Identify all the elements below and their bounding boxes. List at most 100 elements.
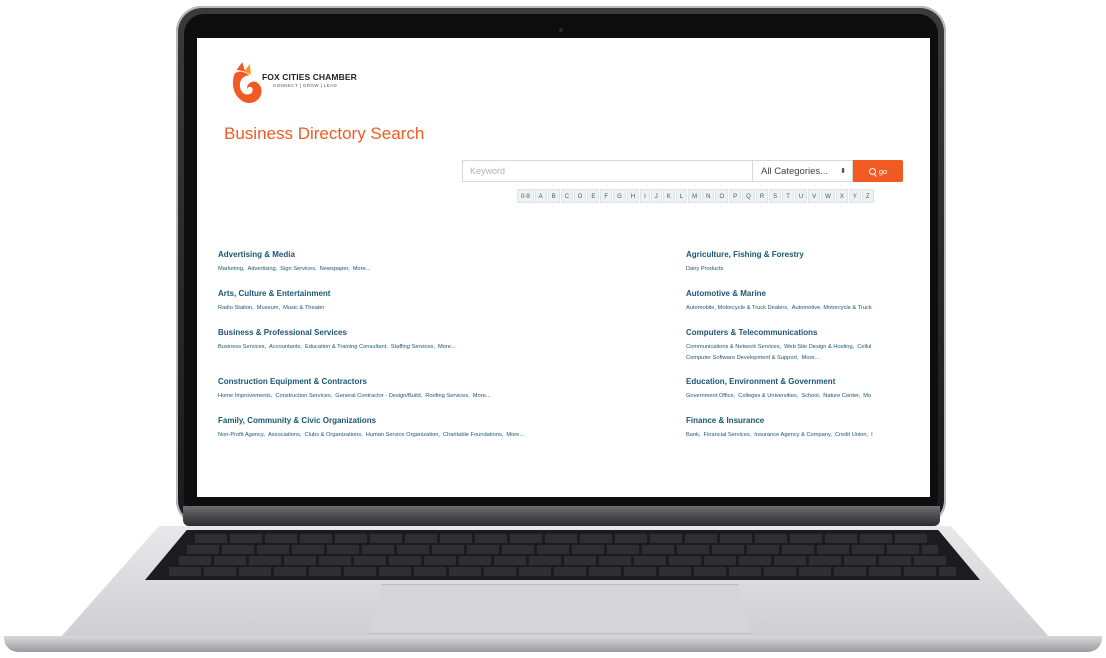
subcategory-link[interactable]: General Contractor - Design/Build, [335,393,422,399]
go-button[interactable]: go [853,160,903,182]
category-link[interactable]: Family, Community & Civic Organizations [218,416,638,425]
trackpad [370,584,750,634]
more-link[interactable]: More... [438,344,456,350]
subcategory-link[interactable]: Web Site Design & Hosting, [784,344,854,350]
keyword-input[interactable] [462,160,752,182]
letter-filter-v[interactable]: V [808,189,821,203]
subcategory-link[interactable]: Automotive, Motorcycle & Truck [792,305,872,311]
subcategory-link[interactable]: Nature Center, [823,393,860,399]
letter-filter-u[interactable]: U [794,189,808,203]
letter-filter-0-9[interactable]: 0-9 [517,189,534,203]
category-automotive-marine: Automotive & Marine Automobile, Motorcyc… [686,289,916,314]
fox-logo-icon [232,62,262,103]
subcategory-link[interactable]: Dairy Products [686,266,723,272]
letter-filter-r[interactable]: R [755,189,769,203]
more-link[interactable]: More... [802,355,820,361]
laptop-hinge [183,506,940,526]
category-link[interactable]: Advertising & Media [218,250,488,259]
chamber-logo[interactable]: FOX CITIES CHAMBER CONNECT | GROW | LEAD [227,60,407,106]
letter-filter-s[interactable]: S [769,189,782,203]
subcategory-link[interactable]: Education & Training Consultant, [305,344,388,350]
subcategory-link[interactable]: I [871,432,873,438]
subcategory-link[interactable]: Mo [863,393,871,399]
letter-filter-t[interactable]: T [782,189,794,203]
subcategory-link[interactable]: Computer Software Development & Support, [686,355,799,361]
subcategory-list: Communications & Network Services, Web Si… [686,342,916,364]
more-link[interactable]: More... [353,266,371,272]
subcategory-link[interactable]: Music & Theater [283,305,324,311]
subcategory-link[interactable]: Construction Services, [275,393,332,399]
letter-filter-o[interactable]: O [715,189,729,203]
alphabet-filter: 0-9 A B C D E F G H I J K L M N O P Q R S T U V W X Y Z [517,189,875,203]
letter-filter-g[interactable]: G [613,189,626,203]
subcategory-link[interactable]: Sign Services, [280,266,316,272]
letter-filter-j[interactable]: J [650,189,662,203]
letter-filter-q[interactable]: Q [742,189,755,203]
subcategory-link[interactable]: School, [801,393,820,399]
subcategory-link[interactable]: Credit Union, [835,432,868,438]
subcategory-list: Marketing, Advertising, Sign Services, News… [218,264,488,275]
subcategory-link[interactable]: Marketing, [218,266,245,272]
category-business-services: Business & Professional Services Busines… [218,328,538,353]
category-advertising-media: Advertising & Media Marketing, Advertisin… [218,250,488,275]
letter-filter-d[interactable]: D [574,189,587,203]
subcategory-link[interactable]: Associations, [268,432,302,438]
category-link[interactable]: Agriculture, Fishing & Forestry [686,250,916,259]
subcategory-link[interactable]: Financial Services, [704,432,752,438]
category-select-value: All Categories... [761,165,829,177]
letter-filter-c[interactable]: C [560,189,574,203]
subcategory-link[interactable]: Roofing Services, [425,393,470,399]
subcategory-link[interactable]: Non-Profit Agency, [218,432,265,438]
letter-filter-x[interactable]: X [835,189,848,203]
letter-filter-b[interactable]: B [547,189,560,203]
subcategory-link[interactable]: Communications & Network Services, [686,344,781,350]
letter-filter-y[interactable]: Y [848,189,861,203]
subcategory-link[interactable]: Insurance Agency & Company, [754,432,832,438]
subcategory-link[interactable]: Newspaper, [320,266,350,272]
letter-filter-h[interactable]: H [626,189,640,203]
subcategory-link[interactable]: Accountants, [269,344,302,350]
subcategory-link[interactable]: Business Services, [218,344,266,350]
letter-filter-n[interactable]: N [702,189,715,203]
letter-filter-a[interactable]: A [534,189,547,203]
category-link[interactable]: Business & Professional Services [218,328,538,337]
subcategory-link[interactable]: Bank, [686,432,701,438]
subcategory-list: Dairy Products [686,264,916,275]
category-link[interactable]: Computers & Telecommunications [686,328,916,337]
search-bar: All Categories... ⬍ go [462,160,903,182]
subcategory-link[interactable]: Government Office, [686,393,735,399]
letter-filter-z[interactable]: Z [861,189,874,203]
subcategory-list: Government Office, Colleges & Universitie… [686,391,916,402]
letter-filter-p[interactable]: P [729,189,742,203]
go-button-label: go [878,166,888,176]
category-select[interactable]: All Categories... ⬍ [752,160,853,182]
category-link[interactable]: Automotive & Marine [686,289,916,298]
subcategory-link[interactable]: Human Service Organization, [366,432,440,438]
category-link[interactable]: Education, Environment & Government [686,377,916,386]
letter-filter-l[interactable]: L [675,189,688,203]
subcategory-link[interactable]: Staffing Services, [391,344,435,350]
subcategory-link[interactable]: Cellul [857,344,871,350]
letter-filter-w[interactable]: W [821,189,835,203]
subcategory-link[interactable]: Clubs & Organizations, [305,432,363,438]
letter-filter-m[interactable]: M [688,189,702,203]
more-link[interactable]: More... [506,432,524,438]
subcategory-link[interactable]: Home Improvements, [218,393,272,399]
more-link[interactable]: More... [473,393,491,399]
letter-filter-i[interactable]: I [640,189,650,203]
subcategory-list: Automobile, Motorcycle & Truck Dealers, A… [686,303,916,314]
subcategory-link[interactable]: Colleges & Universities, [738,393,798,399]
letter-filter-e[interactable]: E [587,189,600,203]
category-link[interactable]: Finance & Insurance [686,416,916,425]
browser-viewport: FOX CITIES CHAMBER CONNECT | GROW | LEAD… [197,38,930,497]
subcategory-link[interactable]: Automobile, Motorcycle & Truck Dealers, [686,305,789,311]
category-link[interactable]: Construction Equipment & Contractors [218,377,578,386]
category-computers-telecom: Computers & Telecommunications Communica… [686,328,916,364]
subcategory-link[interactable]: Advertising, [248,266,278,272]
subcategory-link[interactable]: Radio Station, [218,305,254,311]
category-link[interactable]: Arts, Culture & Entertainment [218,289,488,298]
subcategory-link[interactable]: Museum, [257,305,280,311]
letter-filter-k[interactable]: K [662,189,675,203]
letter-filter-f[interactable]: F [600,189,613,203]
subcategory-link[interactable]: Charitable Foundations, [443,432,503,438]
